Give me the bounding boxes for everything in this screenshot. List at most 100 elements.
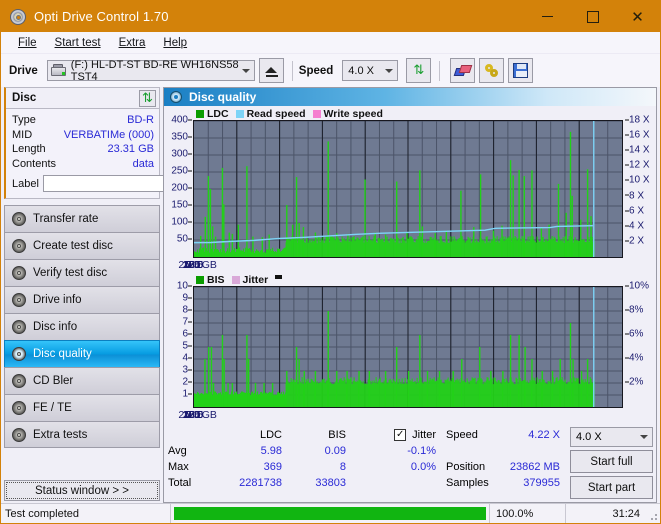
sidebar-item-label: CD Bler — [33, 375, 74, 387]
legend-read-speed: Read speed — [235, 107, 306, 120]
bottom-chart-legend: BIS Jitter — [167, 273, 653, 286]
toolbar-divider-1 — [291, 60, 293, 81]
legend-read-speed-label: Read speed — [246, 107, 306, 120]
legend-ldc-label: LDC — [207, 107, 229, 120]
top-chart-row: 50 100 150 200 250 300 350 400 2 X 4 X 6 X 8 X 10 X… — [167, 115, 653, 258]
menu-file[interactable]: File — [9, 35, 46, 51]
results-col-bis: BIS 0.09 8 33803 — [282, 427, 346, 499]
disc-icon — [12, 212, 26, 226]
speed-select[interactable]: 4.0 X — [342, 60, 399, 81]
sidebar-item-disc-quality[interactable]: Disc quality — [4, 340, 160, 367]
results-col-ldc: LDC 5.98 369 2281738 — [210, 427, 282, 499]
menu-extra-label: Extra — [118, 36, 146, 49]
bottom-chart-plot[interactable] — [193, 286, 623, 408]
window-controls: ✕ — [525, 1, 660, 32]
legend-write-speed: Write speed — [312, 108, 383, 120]
jitter-avg: -0.1% — [407, 445, 436, 457]
tools-button[interactable] — [479, 58, 505, 83]
start-part-button[interactable]: Start part — [570, 476, 653, 499]
sidebar-item-label: Disc quality — [33, 348, 92, 360]
y-tick-right: 10% — [625, 281, 649, 292]
y-tick-left: 200 — [171, 183, 192, 194]
refresh-button[interactable]: ⇅ — [406, 58, 432, 83]
menu-start-test[interactable]: Start test — [46, 35, 110, 51]
results-actions: 4.0 X Start full Start part — [560, 427, 656, 499]
erase-button[interactable] — [450, 58, 476, 83]
y-tick-left: 10 — [177, 281, 192, 292]
speed-result-label: Speed — [446, 429, 478, 441]
disc-row-length: Length 23.31 GB — [12, 142, 154, 157]
disc-length-value: 23.31 GB — [107, 143, 154, 155]
x-tick: 25.0 GB — [178, 259, 217, 271]
y-tick-left: 250 — [171, 166, 192, 177]
title-bar: Opti Drive Control 1.70 ✕ — [1, 1, 660, 32]
sidebar-item-label: Verify test disc — [33, 267, 108, 279]
sidebar-item-label: Transfer rate — [33, 213, 99, 225]
sidebar-item-verify-test-disc[interactable]: Verify test disc — [4, 259, 160, 286]
drive-select-value: (F:) HL-DT-ST BD-RE WH16NS58 TST4 — [70, 58, 239, 83]
disc-row-type: Type BD-R — [12, 113, 154, 128]
jitter-checkbox[interactable]: ✓ — [394, 429, 407, 441]
disc-mid-value: VERBATIMe (000) — [63, 128, 154, 141]
sidebar-item-disc-info[interactable]: Disc info — [4, 313, 160, 340]
disc-refresh-button[interactable]: ⇅ — [139, 89, 156, 107]
menu-file-label: File — [18, 36, 37, 49]
status-window-button[interactable]: Status window > > — [4, 480, 160, 501]
y-tick-left: 4 — [182, 353, 192, 364]
bottom-chart-xaxis-row: 0.0 2.5 5.0 7.5 10.0 12.5 15.0 17.5 20.0 22.5 25.0… — [167, 408, 653, 423]
y-tick-left: 8 — [182, 305, 192, 316]
save-button[interactable] — [508, 58, 534, 83]
resize-grip[interactable] — [646, 504, 660, 523]
eraser-icon — [453, 64, 473, 77]
top-chart-legend: LDC Read speed Write speed — [167, 107, 653, 120]
legend-marker-icon — [275, 274, 283, 279]
menu-bar: File Start test Extra Help — [1, 32, 660, 54]
window-title: Opti Drive Control 1.70 — [34, 9, 169, 24]
legend-jitter: Jitter — [231, 274, 268, 286]
menu-help[interactable]: Help — [154, 35, 196, 51]
y-tick-left: 3 — [182, 365, 192, 376]
disc-info-panel: Disc ⇅ Type BD-R MID VERBATIMe (000) Len… — [4, 87, 245, 199]
wrench-icon — [484, 63, 500, 78]
top-chart-plot[interactable] — [193, 120, 623, 258]
eject-button[interactable] — [258, 58, 284, 83]
sidebar-item-drive-info[interactable]: Drive info — [4, 286, 160, 313]
disc-icon — [12, 374, 26, 388]
header-bis: BIS — [328, 429, 346, 441]
y-tick-right: 6 X — [625, 205, 644, 216]
sidebar-item-cd-bler[interactable]: CD Bler — [4, 367, 160, 394]
disc-row-contents: Contents data — [12, 157, 154, 172]
sidebar-item-create-test-disc[interactable]: Create test disc — [4, 232, 160, 259]
sidebar-item-transfer-rate[interactable]: Transfer rate — [4, 205, 160, 232]
minimize-button[interactable] — [525, 1, 570, 32]
disc-type-label: Type — [12, 114, 36, 126]
drive-select[interactable]: (F:) HL-DT-ST BD-RE WH16NS58 TST4 — [46, 58, 255, 83]
position-value: 23862 MB — [509, 461, 560, 473]
speed-result-value: 4.22 X — [528, 429, 560, 441]
disc-panel-title: Disc — [12, 92, 37, 104]
progress-bar — [171, 504, 490, 523]
menu-extra[interactable]: Extra — [110, 35, 155, 51]
sidebar-item-fe-te[interactable]: FE / TE — [4, 394, 160, 421]
close-button[interactable]: ✕ — [615, 1, 660, 32]
bis-max: 8 — [339, 461, 346, 473]
y-tick-right: 18 X — [625, 115, 650, 126]
legend-swatch-bis — [196, 275, 204, 284]
panel-title: Disc quality — [189, 90, 257, 104]
results-meta-values: 4.22 X 23862 MB 379955 — [494, 427, 560, 499]
start-full-button[interactable]: Start full — [570, 450, 653, 473]
sidebar-item-extra-tests[interactable]: Extra tests — [4, 421, 160, 448]
y-tick-right: 10 X — [625, 175, 650, 186]
save-icon — [513, 63, 529, 78]
maximize-button[interactable] — [570, 1, 615, 32]
status-text: Test completed — [1, 504, 171, 523]
disc-icon — [12, 320, 26, 334]
top-chart-y-axis-right: 2 X 4 X 6 X 8 X 10 X 12 X 14 X 16 X 18 X — [623, 115, 653, 258]
y-tick-right: 4% — [625, 353, 643, 364]
test-speed-select[interactable]: 4.0 X — [570, 427, 653, 447]
disc-length-label: Length — [12, 143, 46, 155]
top-chart-y-axis-left: 50 100 150 200 250 300 350 400 — [167, 115, 193, 258]
sidebar-item-label: FE / TE — [33, 402, 72, 414]
menu-help-label: Help — [163, 36, 188, 49]
